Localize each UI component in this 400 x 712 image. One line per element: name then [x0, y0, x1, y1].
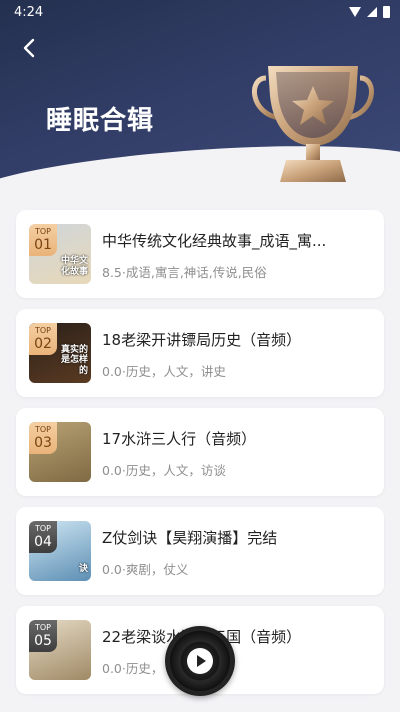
rank-label: TOP	[34, 326, 51, 335]
item-meta: 0.0·历史，人文，访谈	[102, 463, 226, 478]
list-item[interactable]: 诀 TOP 04 Z仗剑诀【昊翔演播】完结 0.0·爽剧，仗义	[16, 507, 384, 595]
rank-badge: TOP 02	[29, 323, 57, 355]
album-cover: 中华文化故事 TOP 01	[29, 224, 91, 284]
rank-badge: TOP 01	[29, 224, 57, 256]
item-title: 中华传统文化经典故事_成语_寓...	[102, 232, 327, 250]
rank-badge: TOP 03	[29, 422, 57, 454]
cover-text: 真实的 是怎样的	[60, 344, 88, 377]
item-meta: 0.0·爽剧，仗义	[102, 562, 189, 577]
floating-player[interactable]	[165, 626, 235, 696]
rank-label: TOP	[34, 623, 51, 632]
rank-number: 03	[34, 435, 52, 451]
album-cover: TOP 03	[29, 422, 91, 482]
rank-number: 02	[34, 336, 52, 352]
item-title: 18老梁开讲镖局历史（音频）	[102, 331, 302, 349]
rank-badge: TOP 04	[29, 521, 57, 553]
item-meta: 8.5·成语,寓言,神话,传说,民俗	[102, 265, 267, 280]
item-meta: 0.0·历史，	[102, 661, 164, 676]
cover-text: 中华文化故事	[60, 256, 88, 278]
battery-icon	[383, 6, 390, 18]
album-cover: 诀 TOP 04	[29, 521, 91, 581]
album-cover: TOP 05	[29, 620, 91, 680]
rank-label: TOP	[34, 524, 51, 533]
rank-label: TOP	[34, 425, 51, 434]
status-time: 4:24	[14, 4, 44, 20]
rank-number: 01	[34, 237, 52, 253]
back-button[interactable]	[18, 36, 42, 60]
item-title: Z仗剑诀【昊翔演播】完结	[102, 529, 278, 547]
album-cover: 真实的 是怎样的 TOP 02	[29, 323, 91, 383]
item-title: 17水浒三人行（音频）	[102, 430, 257, 448]
list-item[interactable]: 中华文化故事 TOP 01 中华传统文化经典故事_成语_寓... 8.5·成语,寓言,神…	[16, 210, 384, 298]
list-item[interactable]: TOP 03 17水浒三人行（音频） 0.0·历史，人文，访谈	[16, 408, 384, 496]
item-meta: 0.0·历史，人文，讲史	[102, 364, 226, 379]
rank-number: 04	[34, 534, 52, 550]
page-title: 睡眠合辑	[46, 106, 155, 136]
trophy-icon	[252, 66, 374, 182]
rank-label: TOP	[34, 227, 51, 236]
play-button[interactable]	[187, 648, 213, 674]
status-icons	[349, 6, 390, 18]
wifi-icon	[349, 7, 361, 17]
rank-badge: TOP 05	[29, 620, 57, 652]
list-item[interactable]: 真实的 是怎样的 TOP 02 18老梁开讲镖局历史（音频） 0.0·历史，人文，讲史	[16, 309, 384, 397]
back-arrow-icon	[23, 38, 35, 58]
signal-icon	[367, 7, 377, 17]
rank-number: 05	[34, 633, 52, 649]
cover-text: 诀	[78, 564, 88, 575]
status-bar: 4:24	[0, 0, 400, 24]
play-icon	[197, 655, 206, 667]
